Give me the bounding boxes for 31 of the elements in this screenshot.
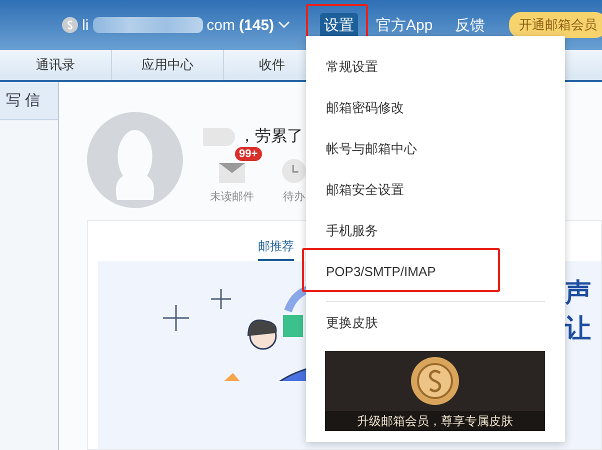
compose-button[interactable]: 写 信 xyxy=(0,82,58,120)
menu-item[interactable]: 邮箱密码修改 xyxy=(306,87,565,128)
promo-banner[interactable]: 升级邮箱会员，尊享专属皮肤 xyxy=(325,351,545,431)
count-badge: 99+ xyxy=(235,147,262,161)
header-link[interactable]: 官方App xyxy=(372,12,437,38)
stat-label[interactable]: 待办 xyxy=(283,189,305,204)
coin-icon xyxy=(62,17,78,33)
menu-item[interactable]: 帐号与邮箱中心 xyxy=(306,128,565,169)
envelope-icon xyxy=(219,163,245,183)
menu-item[interactable]: 邮箱安全设置 xyxy=(306,169,565,210)
account-name: li xyxy=(82,16,89,34)
chevron-down-icon[interactable] xyxy=(278,21,290,29)
header-link[interactable]: 设置 xyxy=(320,12,358,38)
promo-caption: 升级邮箱会员，尊享专属皮肤 xyxy=(325,411,545,431)
header-link[interactable]: 反馈 xyxy=(450,12,489,38)
vip-button[interactable]: 开通邮箱会员 xyxy=(508,12,602,38)
banner-heading: 声 xyxy=(565,276,591,309)
menu-item[interactable]: 更换皮肤 xyxy=(306,302,565,343)
nav-tab[interactable]: 应用中心 xyxy=(112,50,224,80)
menu-item[interactable]: 常规设置 xyxy=(306,46,565,87)
sparkle-icon xyxy=(210,288,232,310)
menu-item[interactable]: 手机服务 xyxy=(306,210,565,251)
banner-heading: 让 xyxy=(565,312,591,345)
menu-item[interactable]: POP3/SMTP/IMAP xyxy=(306,251,565,292)
account-name: com xyxy=(206,16,236,34)
clock-icon xyxy=(282,159,306,183)
sparkle-icon xyxy=(162,304,190,332)
mail-count: (145) xyxy=(239,16,274,34)
greeting-text: ，劳累了 xyxy=(239,126,303,147)
nav-tab[interactable]: 通讯录 xyxy=(0,50,112,80)
medal-icon xyxy=(411,357,459,405)
